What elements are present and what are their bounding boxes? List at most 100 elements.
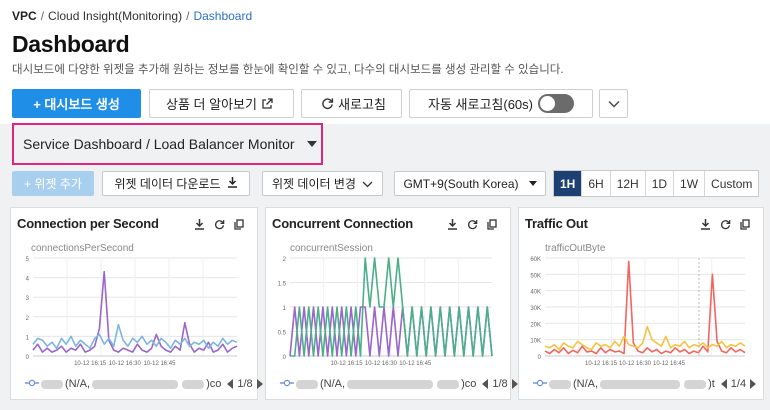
legend-pager: 1/8 xyxy=(482,378,518,390)
x-tick-label: 10-12 16:15 xyxy=(74,361,107,367)
chart-concurrent-connection: 2 1.5 1 0.5 0 10-12 16:15 10-12 16:30 10-12 16:… xyxy=(278,257,493,367)
prev-page-icon[interactable] xyxy=(227,379,234,389)
legend-marker-icon xyxy=(533,378,547,390)
x-tick-label: 10-12 16:45 xyxy=(653,361,686,367)
download-widget-data-button[interactable]: 위젯 데이터 다운로드 xyxy=(102,171,250,196)
change-widget-data-label: 위젯 데이터 변경 xyxy=(272,177,356,191)
y-tick-label: 50K xyxy=(530,273,541,279)
y-tick-label: 0 xyxy=(26,355,30,361)
download-icon xyxy=(227,176,238,191)
y-tick-label: 1 xyxy=(283,306,287,312)
download-icon[interactable] xyxy=(447,217,458,235)
copy-icon[interactable] xyxy=(234,217,244,235)
chevron-down-icon xyxy=(608,96,620,111)
caret-down-icon xyxy=(306,141,317,147)
refresh-label: 새로고침 xyxy=(338,97,386,112)
timezone-select[interactable]: GMT+9(South Korea) xyxy=(394,171,546,196)
chart-traffic-out: 60K 50K 40K 30K 20K 10K 0 10-12 16:15 10-12 16:3… xyxy=(530,257,746,367)
add-widget-button[interactable]: + 위젯 추가 xyxy=(12,171,94,196)
breadcrumb-root[interactable]: VPC xyxy=(12,9,37,23)
download-icon[interactable] xyxy=(700,217,711,235)
legend-marker-icon xyxy=(25,378,39,390)
chart-connection-per-second: 5 4 3 2 1 0 10-12 16:15 10-12 16:30 10-12 16:45 xyxy=(26,257,238,367)
range-6h[interactable]: 6H xyxy=(582,171,611,196)
refresh-button[interactable]: 새로고침 xyxy=(301,89,402,118)
breadcrumb-current[interactable]: Dashboard xyxy=(193,9,252,23)
dashboard-select-value: Service Dashboard / Load Balancer Monito… xyxy=(23,136,295,152)
y-tick-label: 20K xyxy=(530,322,541,328)
widget-connection-per-second: Connection per Second connectionsPerSeco… xyxy=(10,207,263,400)
widget-title: Concurrent Connection xyxy=(272,216,413,231)
range-1h[interactable]: 1H xyxy=(554,171,583,196)
learn-more-label: 상품 더 알아보기 xyxy=(166,97,257,112)
prev-page-icon[interactable] xyxy=(720,379,727,389)
legend-page: 1/8 xyxy=(237,378,253,390)
widget-legend: (N/A, )t 1/4 xyxy=(533,378,757,390)
redacted-text xyxy=(347,379,434,389)
y-tick-label: 0 xyxy=(538,355,542,361)
y-tick-label: 3 xyxy=(26,296,30,302)
x-tick-label: 10-12 16:45 xyxy=(399,361,432,367)
download-icon[interactable] xyxy=(194,217,205,235)
y-tick-label: 0 xyxy=(283,355,287,361)
legend-text: (N/A, xyxy=(573,378,599,390)
auto-refresh-label: 자동 새로고침(60s) xyxy=(428,97,533,112)
widget-title: Connection per Second xyxy=(17,216,159,231)
caret-down-icon xyxy=(528,181,537,186)
redacted-text xyxy=(600,379,681,389)
range-1d[interactable]: 1D xyxy=(646,171,675,196)
copy-icon[interactable] xyxy=(740,217,750,235)
timezone-value: GMT+9(South Korea) xyxy=(403,176,519,191)
external-link-icon xyxy=(261,97,273,110)
x-tick-label: 10-12 16:15 xyxy=(331,361,364,367)
learn-more-button[interactable]: 상품 더 알아보기 xyxy=(149,89,294,118)
dashboard-select[interactable]: Service Dashboard / Load Balancer Monito… xyxy=(12,123,323,165)
widget-actions xyxy=(447,217,497,235)
redacted-text xyxy=(41,379,63,389)
create-dashboard-button[interactable]: + 대시보드 생성 xyxy=(12,89,141,118)
x-tick-label: 10-12 16:15 xyxy=(585,361,618,367)
legend-page: 1/4 xyxy=(730,378,747,390)
x-tick-label: 10-12 16:30 xyxy=(109,361,142,367)
legend-page: 1/8 xyxy=(492,378,508,390)
more-options-button[interactable] xyxy=(599,89,628,118)
change-widget-data-button[interactable]: 위젯 데이터 변경 xyxy=(262,171,383,196)
widget-concurrent-connection: Concurrent Connection concurrentSession … xyxy=(265,207,518,400)
y-tick-label: 40K xyxy=(530,290,541,296)
range-custom[interactable]: Custom xyxy=(705,171,758,196)
breadcrumb: VPC / Cloud Insight(Monitoring) / Dashboard xyxy=(12,9,253,23)
y-tick-label: 30K xyxy=(530,306,541,312)
y-tick-label: 2 xyxy=(283,257,287,263)
page-title: Dashboard xyxy=(12,31,130,57)
refresh-icon xyxy=(321,97,334,110)
redacted-text xyxy=(92,379,179,389)
breadcrumb-middle[interactable]: Cloud Insight(Monitoring) xyxy=(48,9,182,23)
copy-icon[interactable] xyxy=(487,217,497,235)
auto-refresh-control: 자동 새로고침(60s) xyxy=(409,89,593,118)
widget-legend: (N/A, )co 1/8 xyxy=(25,378,263,390)
auto-refresh-toggle[interactable] xyxy=(538,94,574,113)
x-tick-label: 10-12 16:45 xyxy=(143,361,176,367)
y-tick-label: 0.5 xyxy=(278,331,287,337)
y-tick-label: 60K xyxy=(530,257,541,263)
x-tick-label: 10-12 16:30 xyxy=(619,361,652,367)
refresh-icon[interactable] xyxy=(214,217,225,235)
range-12h[interactable]: 12H xyxy=(611,171,646,196)
legend-text: )t xyxy=(708,378,715,390)
redacted-text xyxy=(296,379,318,389)
page-description: 대시보드에 다양한 위젯을 추가해 원하는 정보를 한눈에 확인할 수 있고, … xyxy=(12,64,564,76)
download-widget-data-label: 위젯 데이터 다운로드 xyxy=(114,177,221,191)
legend-pager: 1/4 xyxy=(720,378,757,390)
prev-page-icon[interactable] xyxy=(482,379,489,389)
legend-pager: 1/8 xyxy=(227,378,263,390)
refresh-icon[interactable] xyxy=(720,217,731,235)
range-1w[interactable]: 1W xyxy=(674,171,706,196)
y-tick-label: 5 xyxy=(26,257,30,263)
refresh-icon[interactable] xyxy=(467,217,478,235)
next-page-icon[interactable] xyxy=(256,379,263,389)
next-page-icon[interactable] xyxy=(750,379,757,389)
legend-text: )co xyxy=(461,378,477,390)
next-page-icon[interactable] xyxy=(511,379,518,389)
legend-text: (N/A, xyxy=(320,378,346,390)
chevron-down-icon xyxy=(362,177,373,191)
